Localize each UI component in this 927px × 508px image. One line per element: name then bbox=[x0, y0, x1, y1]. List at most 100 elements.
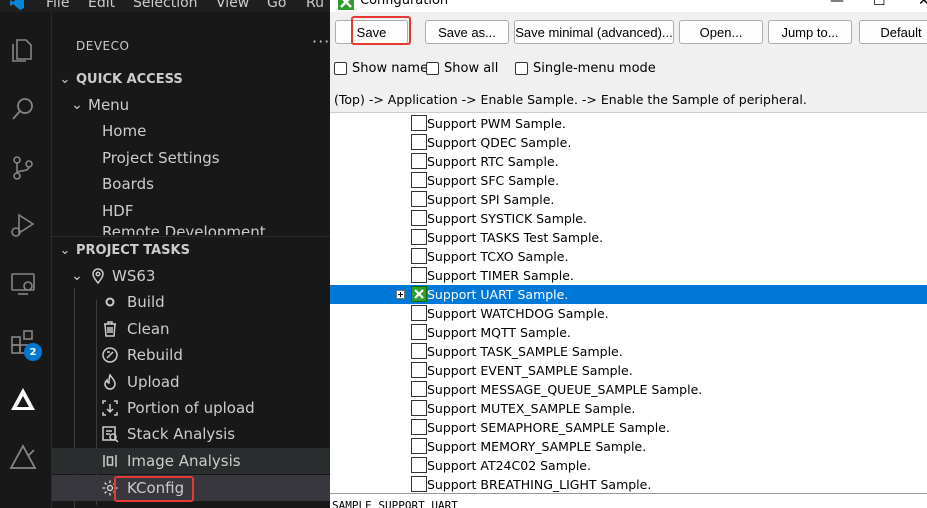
checkbox-icon[interactable] bbox=[411, 153, 427, 169]
remote-explorer-icon[interactable] bbox=[8, 269, 38, 299]
config-item[interactable]: Support MEMORY_SAMPLE Sample. bbox=[330, 437, 927, 456]
quick-item-boards[interactable]: Boards bbox=[52, 171, 330, 197]
config-item[interactable]: Support WATCHDOG Sample. bbox=[330, 304, 927, 323]
deveco-tools-icon[interactable] bbox=[8, 442, 38, 472]
checkbox-icon[interactable] bbox=[411, 248, 427, 264]
menu-view[interactable]: View bbox=[216, 0, 249, 11]
checkbox-icon[interactable] bbox=[411, 419, 427, 435]
quick-item-hdf[interactable]: HDF bbox=[52, 198, 330, 224]
quick-item-remote-development[interactable]: Remote Development bbox=[52, 223, 330, 235]
show-all-checkbox[interactable]: Show all bbox=[426, 60, 498, 76]
checked-checkbox-icon[interactable] bbox=[411, 286, 427, 302]
checkbox-box[interactable] bbox=[334, 61, 347, 75]
rebuild-icon bbox=[100, 345, 120, 365]
config-item-list[interactable]: Support PWM Sample. Support QDEC Sample. S… bbox=[330, 112, 927, 493]
menu-file[interactable]: File bbox=[46, 0, 69, 11]
task-stack-analysis[interactable]: Stack Analysis bbox=[52, 421, 330, 447]
config-item[interactable]: Support SYSTICK Sample. bbox=[330, 209, 927, 228]
minimize-icon[interactable]: — bbox=[830, 0, 844, 9]
checkbox-icon[interactable] bbox=[411, 191, 427, 207]
open-button[interactable]: Open... bbox=[679, 20, 763, 44]
checkbox-icon[interactable] bbox=[411, 115, 427, 131]
config-item-label: Support UART Sample. bbox=[427, 287, 569, 302]
config-item[interactable]: Support SPI Sample. bbox=[330, 190, 927, 209]
checkbox-icon[interactable] bbox=[411, 324, 427, 340]
config-item[interactable]: Support PWM Sample. bbox=[330, 114, 927, 133]
task-label: Stack Analysis bbox=[127, 425, 236, 443]
show-name-checkbox[interactable]: Show name bbox=[334, 60, 428, 76]
checkbox-icon[interactable] bbox=[411, 229, 427, 245]
project-tasks-header[interactable]: ⌄ PROJECT TASKS bbox=[52, 237, 330, 263]
task-build[interactable]: Build bbox=[52, 289, 330, 315]
close-icon[interactable]: ✕ bbox=[918, 0, 927, 9]
config-item[interactable]: Support EVENT_SAMPLE Sample. bbox=[330, 361, 927, 380]
config-item[interactable]: Support RTC Sample. bbox=[330, 152, 927, 171]
expand-plus-icon[interactable] bbox=[396, 290, 405, 299]
config-item[interactable]: Support MESSAGE_QUEUE_SAMPLE Sample. bbox=[330, 380, 927, 399]
menu-run[interactable]: Ru bbox=[306, 0, 324, 11]
kconfig-highlight-box bbox=[114, 476, 194, 502]
default-button[interactable]: Default bbox=[859, 20, 927, 44]
quick-item-project-settings[interactable]: Project Settings bbox=[52, 145, 330, 171]
jump-to-button[interactable]: Jump to... bbox=[768, 20, 852, 44]
quick-access-header[interactable]: ⌄ QUICK ACCESS bbox=[52, 66, 330, 92]
config-item[interactable]: Support TASK_SAMPLE Sample. bbox=[330, 342, 927, 361]
checkbox-icon[interactable] bbox=[411, 210, 427, 226]
task-label: Image Analysis bbox=[127, 452, 241, 470]
checkbox-box[interactable] bbox=[426, 61, 439, 75]
checkbox-icon[interactable] bbox=[411, 172, 427, 188]
run-debug-icon[interactable] bbox=[8, 210, 38, 240]
deveco-icon[interactable] bbox=[8, 384, 38, 414]
quick-access-title: QUICK ACCESS bbox=[76, 71, 183, 87]
config-item-label: Support TIMER Sample. bbox=[427, 268, 574, 283]
save-as-button[interactable]: Save as... bbox=[425, 20, 509, 44]
config-item[interactable]: Support AT24C02 Sample. bbox=[330, 456, 927, 475]
config-item[interactable]: Support SFC Sample. bbox=[330, 171, 927, 190]
more-actions-icon[interactable]: ··· bbox=[312, 32, 330, 51]
save-minimal-button[interactable]: Save minimal (advanced)... bbox=[514, 20, 674, 44]
search-icon[interactable] bbox=[8, 94, 38, 124]
extensions-badge: 2 bbox=[24, 343, 42, 361]
config-item[interactable]: Support MQTT Sample. bbox=[330, 323, 927, 342]
task-upload[interactable]: Upload bbox=[52, 369, 330, 395]
explorer-icon[interactable] bbox=[8, 34, 38, 64]
project-ws63[interactable]: ⌄ WS63 bbox=[52, 263, 330, 289]
config-item-label: Support MUTEX_SAMPLE Sample. bbox=[427, 401, 636, 416]
task-rebuild[interactable]: Rebuild bbox=[52, 342, 330, 368]
checkbox-icon[interactable] bbox=[411, 381, 427, 397]
checkbox-icon[interactable] bbox=[411, 343, 427, 359]
config-item[interactable]: Support TIMER Sample. bbox=[330, 266, 927, 285]
checkbox-icon[interactable] bbox=[411, 438, 427, 454]
checkbox-icon[interactable] bbox=[411, 457, 427, 473]
config-item[interactable]: Support TASKS Test Sample. bbox=[330, 228, 927, 247]
config-item[interactable]: Support SEMAPHORE_SAMPLE Sample. bbox=[330, 418, 927, 437]
menu-edit[interactable]: Edit bbox=[88, 0, 115, 11]
checkbox-icon[interactable] bbox=[411, 400, 427, 416]
maximize-icon[interactable]: ☐ bbox=[873, 0, 886, 9]
checkbox-box[interactable] bbox=[515, 61, 528, 75]
project-tasks-title: PROJECT TASKS bbox=[76, 242, 190, 258]
task-clean[interactable]: Clean bbox=[52, 316, 330, 342]
menu-group[interactable]: ⌄ Menu bbox=[52, 92, 330, 118]
quick-item-home[interactable]: Home bbox=[52, 118, 330, 144]
config-item[interactable]: Support MUTEX_SAMPLE Sample. bbox=[330, 399, 927, 418]
single-menu-label: Single-menu mode bbox=[533, 60, 656, 76]
config-item[interactable]: Support UART Sample. bbox=[330, 285, 927, 304]
checkbox-icon[interactable] bbox=[411, 267, 427, 283]
checkbox-icon[interactable] bbox=[411, 305, 427, 321]
task-portion-of-upload[interactable]: Portion of upload bbox=[52, 395, 330, 421]
single-menu-checkbox[interactable]: Single-menu mode bbox=[515, 60, 656, 76]
source-control-icon[interactable] bbox=[8, 153, 38, 183]
config-item[interactable]: Support BREATHING_LIGHT Sample. bbox=[330, 475, 927, 493]
checkbox-icon[interactable] bbox=[411, 362, 427, 378]
menu-selection[interactable]: Selection bbox=[133, 0, 198, 11]
config-item-label: Support SFC Sample. bbox=[427, 173, 560, 188]
task-label: Rebuild bbox=[127, 346, 183, 364]
checkbox-icon[interactable] bbox=[411, 476, 427, 492]
config-item[interactable]: Support TCXO Sample. bbox=[330, 247, 927, 266]
task-image-analysis[interactable]: Image Analysis bbox=[52, 448, 330, 474]
checkbox-icon[interactable] bbox=[411, 134, 427, 150]
chevron-down-icon: ⌄ bbox=[71, 268, 83, 284]
config-item[interactable]: Support QDEC Sample. bbox=[330, 133, 927, 152]
menu-go[interactable]: Go bbox=[267, 0, 286, 11]
